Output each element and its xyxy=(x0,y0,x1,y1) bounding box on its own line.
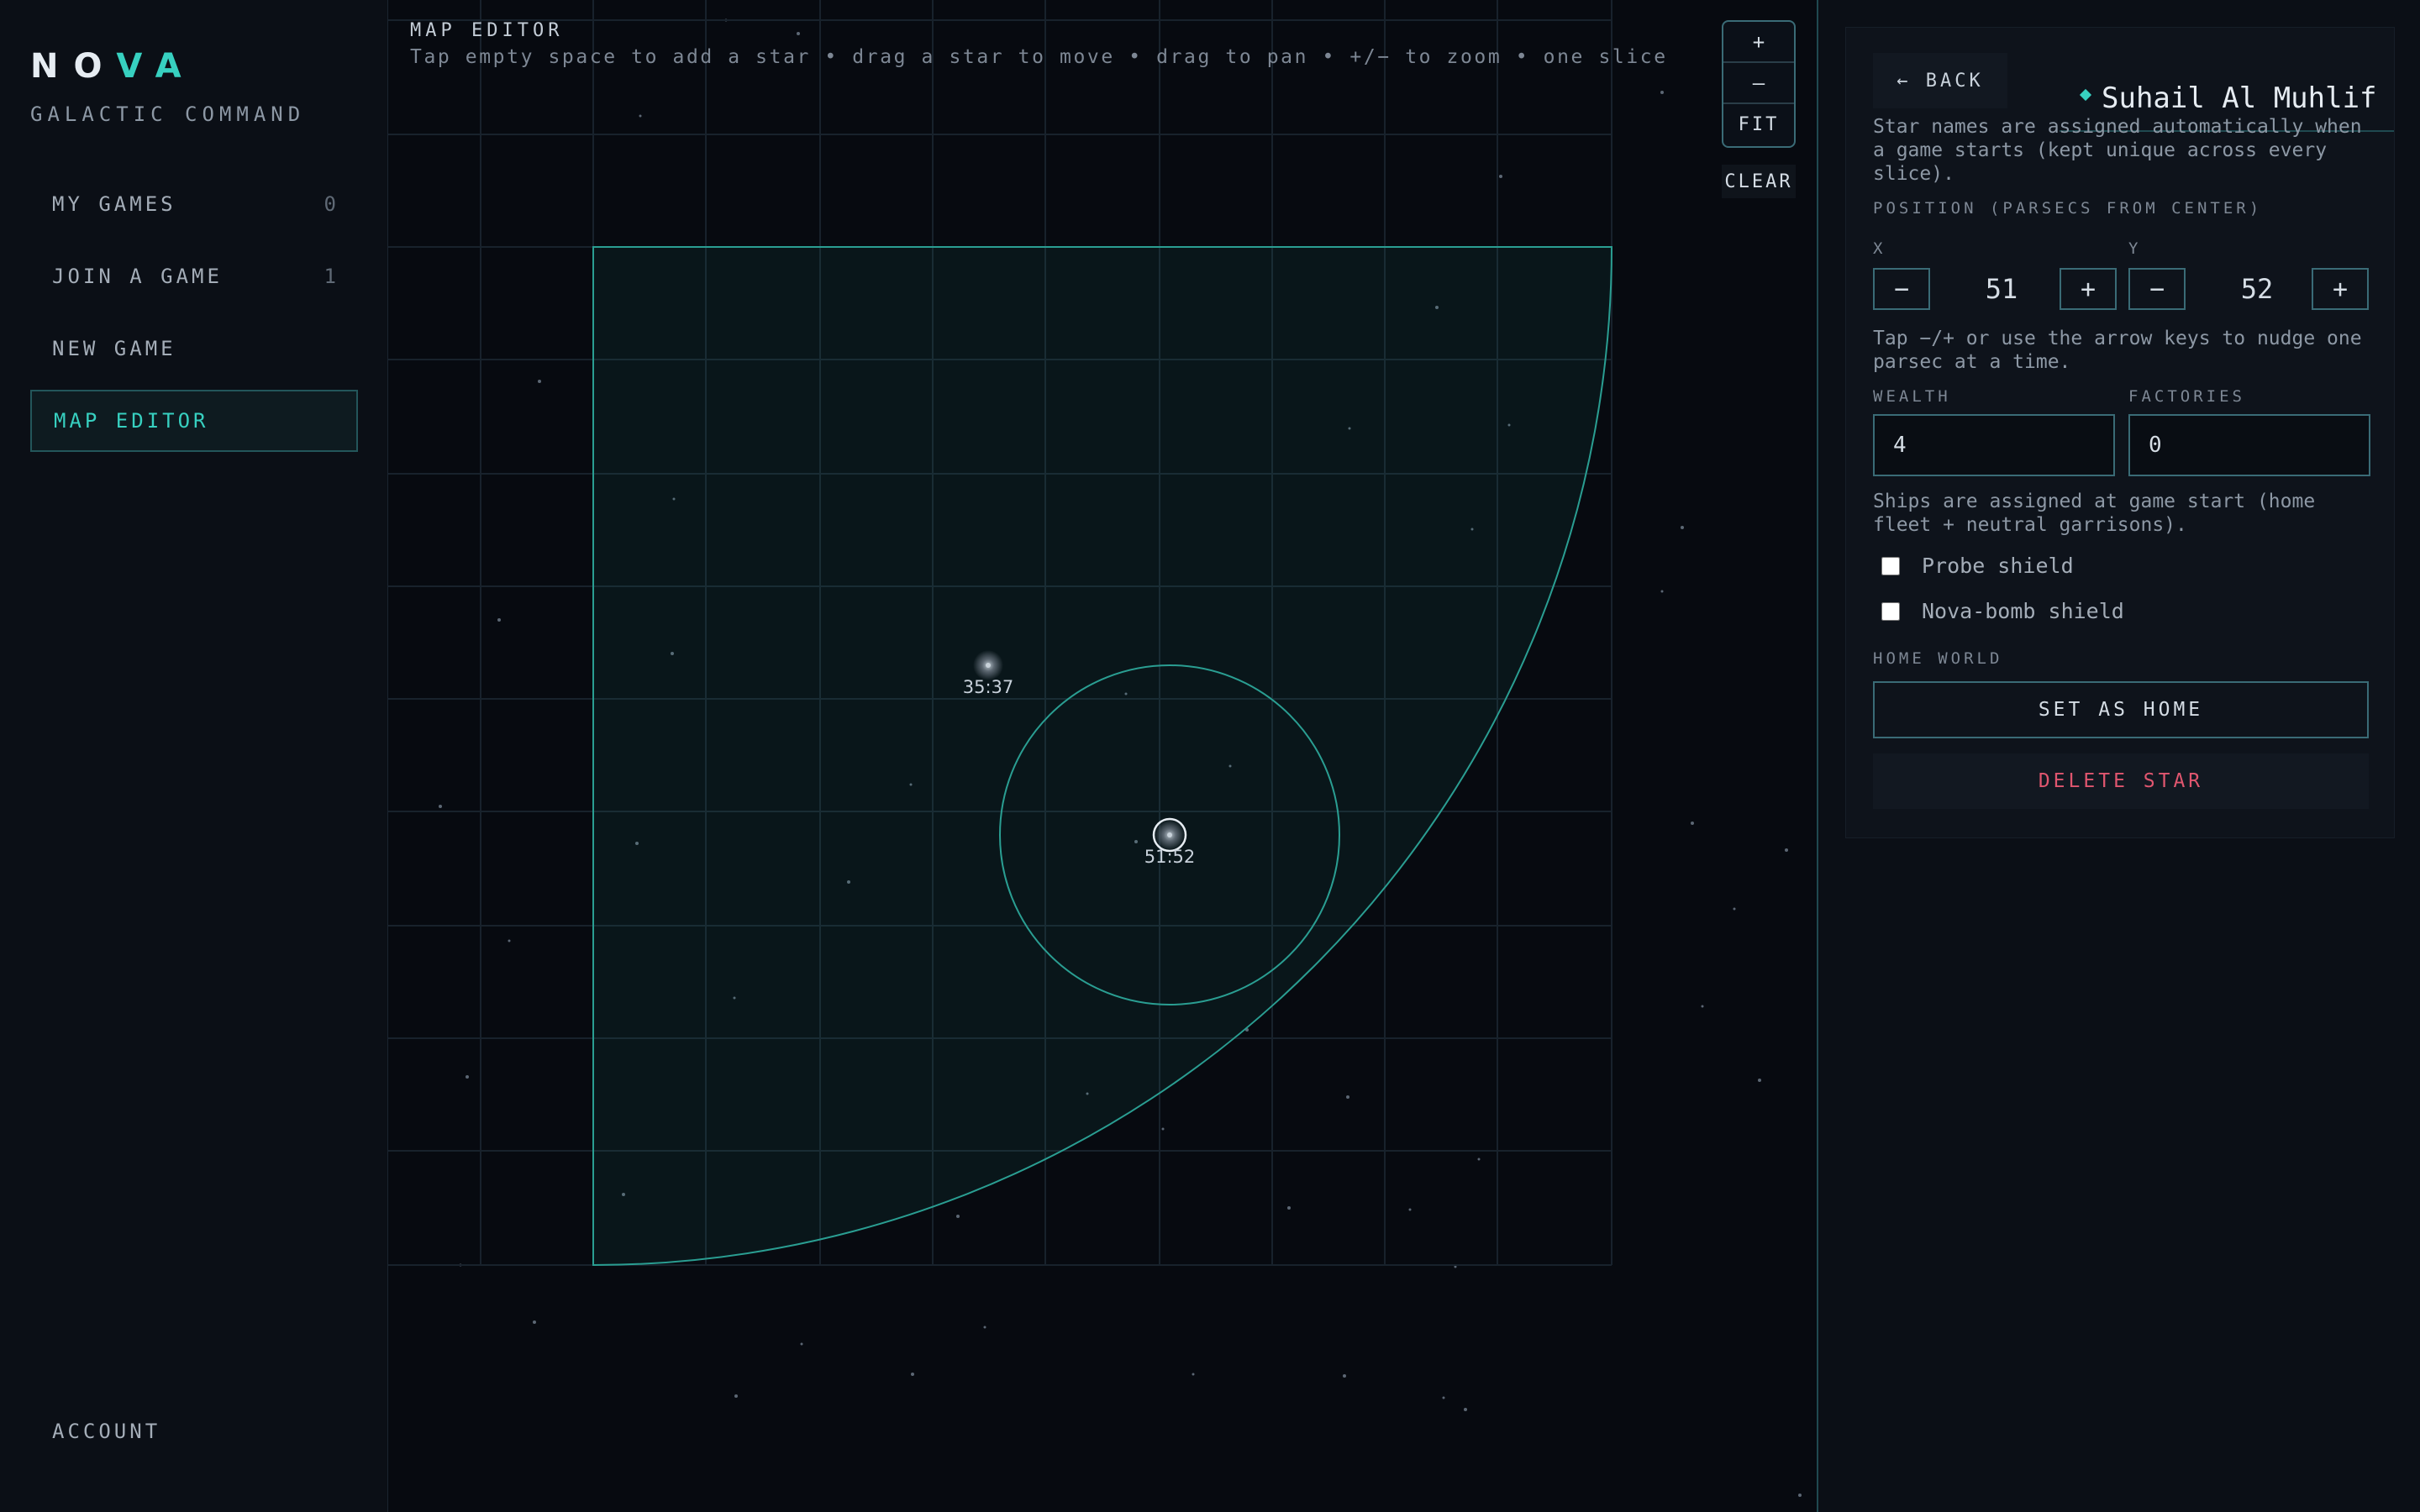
zoom-in-button[interactable]: + xyxy=(1723,22,1794,63)
ships-note: Ships are assigned at game start (home f… xyxy=(1873,491,2316,536)
app-logo: NOVA xyxy=(30,47,197,86)
y-decrement-button[interactable]: − xyxy=(2128,268,2186,310)
wealth-input[interactable] xyxy=(1873,414,2115,476)
zoom-out-button[interactable]: – xyxy=(1723,63,1794,104)
galaxy-slice xyxy=(592,246,1613,1267)
y-increment-button[interactable]: + xyxy=(2312,268,2369,310)
sidebar-item-label: JOIN A GAME xyxy=(52,265,223,288)
zoom-controls: + – FIT xyxy=(1722,20,1796,148)
sidebar-item-new-game[interactable]: NEW GAME xyxy=(30,318,358,380)
sidebar-item-label: NEW GAME xyxy=(52,337,176,360)
sidebar-item-label: MY GAMES xyxy=(52,192,176,216)
back-button[interactable]: ← BACK xyxy=(1873,53,2007,108)
novabomb-shield-label: Nova-bomb shield xyxy=(1922,599,2124,623)
fit-button[interactable]: FIT xyxy=(1723,104,1794,145)
novabomb-shield-toggle[interactable]: Nova-bomb shield xyxy=(1881,599,2124,623)
set-as-home-button[interactable]: SET AS HOME xyxy=(1873,681,2369,738)
y-value: 52 xyxy=(2240,273,2274,305)
y-label: Y xyxy=(2128,239,2142,258)
map-svg[interactable] xyxy=(388,0,1817,1512)
diamond-icon xyxy=(2079,88,2092,102)
app-subtitle: GALACTIC COMMAND xyxy=(30,102,306,126)
sidebar-item-my-games[interactable]: MY GAMES 0 xyxy=(30,173,358,235)
x-value: 51 xyxy=(1985,273,2018,305)
map-title: MAP EDITOR xyxy=(410,20,564,41)
probe-shield-label: Probe shield xyxy=(1922,554,2074,578)
star-35-37[interactable] xyxy=(973,650,1003,680)
delete-star-button[interactable]: DELETE STAR xyxy=(1873,753,2369,809)
home-world-label: HOME WORLD xyxy=(1873,649,2003,668)
probe-shield-toggle[interactable]: Probe shield xyxy=(1881,554,2074,578)
map-header: MAP EDITOR Tap empty space to add a star… xyxy=(410,20,1668,68)
sidebar-item-label: MAP EDITOR xyxy=(54,409,209,433)
x-label: X xyxy=(1873,239,1886,258)
novabomb-shield-checkbox[interactable] xyxy=(1881,601,1900,621)
probe-shield-checkbox[interactable] xyxy=(1881,556,1900,575)
factories-input[interactable] xyxy=(2128,414,2370,476)
sidebar-item-count: 0 xyxy=(324,192,336,216)
x-decrement-button[interactable]: − xyxy=(1873,268,1930,310)
star-name-note: Star names are assigned automatically wh… xyxy=(1873,116,2362,185)
star-name: Suhail Al Muhlif xyxy=(2102,81,2377,115)
factories-label: FACTORIES xyxy=(2128,387,2245,406)
sidebar-item-join-a-game[interactable]: JOIN A GAME 1 xyxy=(30,245,358,307)
star-label: 35:37 xyxy=(962,677,1014,697)
star-label-selected: 51:52 xyxy=(1144,847,1196,867)
map-canvas[interactable]: 35:37 51:52 MAP EDITOR Tap empty space t… xyxy=(388,0,1817,1512)
sidebar-nav: MY GAMES 0 JOIN A GAME 1 NEW GAME MAP ED… xyxy=(30,173,358,462)
sidebar-item-count: 1 xyxy=(324,265,336,288)
x-increment-button[interactable]: + xyxy=(2060,268,2117,310)
position-label: POSITION (PARSECS FROM CENTER) xyxy=(1873,199,2263,218)
star-detail-panel: ← BACK Suhail Al Muhlif Star names are a… xyxy=(1817,0,2420,1512)
star-detail-card: ← BACK Suhail Al Muhlif Star names are a… xyxy=(1845,27,2395,838)
map-hint: Tap empty space to add a star • drag a s… xyxy=(410,46,1668,68)
sidebar-item-map-editor[interactable]: MAP EDITOR xyxy=(30,390,358,452)
sidebar: NOVA GALACTIC COMMAND MY GAMES 0 JOIN A … xyxy=(0,0,388,1512)
nudge-note: Tap −/+ or use the arrow keys to nudge o… xyxy=(1873,328,2362,373)
clear-button[interactable]: CLEAR xyxy=(1722,165,1796,198)
wealth-label: WEALTH xyxy=(1873,387,1951,406)
sidebar-item-account[interactable]: ACCOUNT xyxy=(52,1420,160,1443)
